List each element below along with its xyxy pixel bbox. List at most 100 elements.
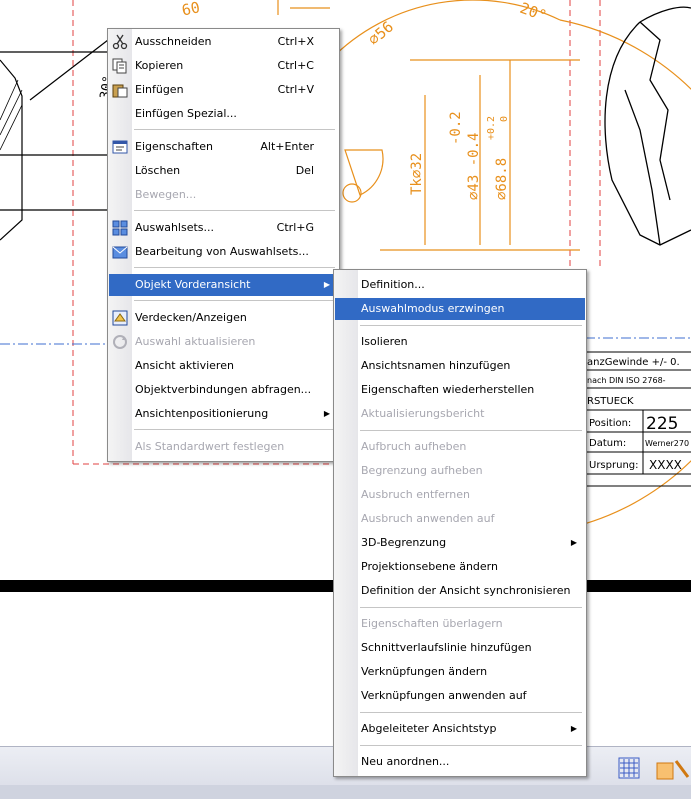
menu-separator bbox=[360, 712, 582, 713]
menu-separator bbox=[134, 267, 335, 268]
analysis-icon[interactable] bbox=[654, 757, 691, 783]
menu-item-label: Auswahlsets... bbox=[135, 221, 215, 234]
title-block-row1: anzGewinde +/- 0. bbox=[587, 357, 680, 368]
menu-item-kopieren[interactable]: Kopieren Ctrl+C bbox=[109, 55, 338, 77]
dim-60-text: 60 bbox=[180, 0, 201, 19]
menu-item-label: Objektverbindungen abfragen... bbox=[135, 383, 312, 396]
menu-item-label: Eigenschaften bbox=[135, 140, 213, 153]
menu-item-ansichtenpositionierung[interactable]: Ansichtenpositionierung ▶ bbox=[109, 403, 338, 425]
submenu-item-eigenschaften-wiederherstellen[interactable]: Eigenschaften wiederherstellen bbox=[335, 379, 585, 401]
menu-item-label: Bearbeitung von Auswahlsets... bbox=[135, 245, 309, 258]
left-section-view bbox=[0, 39, 109, 241]
hatch bbox=[0, 79, 23, 151]
dim-56-text: ⌀56 bbox=[365, 18, 397, 49]
refresh-icon bbox=[113, 335, 127, 349]
submenu-item-neu-anordnen[interactable]: Neu anordnen... bbox=[335, 751, 585, 773]
datum-label: Datum: bbox=[589, 438, 626, 449]
menu-item-standardwert: Als Standardwert festlegen bbox=[109, 436, 338, 458]
datum-value: Werner270 bbox=[645, 439, 689, 448]
dim-43-text: ⌀43 -0.4 bbox=[466, 133, 482, 200]
menu-item-label: Löschen bbox=[135, 164, 181, 177]
menu-item-einfuegen-spezial[interactable]: Einfügen Spezial... bbox=[109, 103, 338, 125]
menu-item-bewegen: Bewegen... bbox=[109, 184, 338, 206]
menu-item-label: Aktualisierungsbericht bbox=[361, 407, 485, 420]
menu-item-auswahlsets[interactable]: Auswahlsets... Ctrl+G bbox=[109, 217, 338, 239]
copy-icon bbox=[112, 58, 127, 74]
position-value: 225 bbox=[646, 414, 678, 434]
menu-item-label: Eigenschaften wiederherstellen bbox=[361, 383, 535, 396]
submenu-item-eigenschaften-ueberlagern: Eigenschaften überlagern bbox=[335, 613, 585, 635]
submenu-item-ausbruch-entfernen: Ausbruch entfernen bbox=[335, 484, 585, 506]
menu-item-shortcut: Ctrl+V bbox=[277, 83, 314, 96]
submenu-item-begrenzung-aufheben: Begrenzung aufheben bbox=[335, 460, 585, 482]
menu-item-label: Als Standardwert festlegen bbox=[135, 440, 285, 453]
dim-20deg-text: 20° bbox=[518, 0, 550, 25]
submenu-item-definition-synchronisieren[interactable]: Definition der Ansicht synchronisieren bbox=[335, 580, 585, 602]
submenu-item-projektionsebene[interactable]: Projektionsebene ändern bbox=[335, 556, 585, 578]
submenu-arrow-icon: ▶ bbox=[570, 538, 577, 547]
menu-item-loeschen[interactable]: Löschen Del bbox=[109, 160, 338, 182]
menu-item-einfuegen[interactable]: Einfügen Ctrl+V bbox=[109, 79, 338, 101]
menu-item-ansicht-aktivieren[interactable]: Ansicht aktivieren bbox=[109, 355, 338, 377]
menu-item-label: Aufbruch aufheben bbox=[361, 440, 467, 453]
menu-separator bbox=[360, 607, 582, 608]
grid-snap-icon[interactable] bbox=[618, 757, 640, 779]
menu-item-label: Abgeleiteter Ansichtstyp bbox=[361, 722, 497, 735]
menu-item-label: Objekt Vorderansicht bbox=[135, 278, 251, 291]
submenu-item-definition[interactable]: Definition... bbox=[335, 274, 585, 296]
submenu-item-aufbruch-aufheben: Aufbruch aufheben bbox=[335, 436, 585, 458]
menu-item-label: Ausschneiden bbox=[135, 35, 212, 48]
menu-item-label: Kopieren bbox=[135, 59, 184, 72]
dim-43b-text: -0.2 bbox=[448, 111, 464, 145]
status-strip bbox=[0, 785, 691, 799]
properties-icon bbox=[112, 140, 128, 154]
menu-item-label: Einfügen bbox=[135, 83, 184, 96]
menu-item-objekt-vorderansicht[interactable]: Objekt Vorderansicht ▶ bbox=[109, 274, 338, 296]
menu-item-label: Ansichtenpositionierung bbox=[135, 407, 269, 420]
menu-item-label: Ansichtsnamen hinzufügen bbox=[361, 359, 511, 372]
hide-show-icon bbox=[112, 310, 128, 326]
isometric-part-view bbox=[604, 6, 691, 246]
submenu-item-ansichtsnamen[interactable]: Ansichtsnamen hinzufügen bbox=[335, 355, 585, 377]
context-menu: Ausschneiden Ctrl+X Kopieren Ctrl+C Einf… bbox=[107, 28, 340, 462]
menu-item-objektverbindungen[interactable]: Objektverbindungen abfragen... bbox=[109, 379, 338, 401]
menu-item-shortcut: Ctrl+G bbox=[276, 221, 314, 234]
dim-tk32-text: Tk⌀32 bbox=[409, 153, 425, 195]
menu-item-ausschneiden[interactable]: Ausschneiden Ctrl+X bbox=[109, 31, 338, 53]
position-label: Position: bbox=[589, 418, 631, 429]
submenu-item-schnittverlaufslinie[interactable]: Schnittverlaufslinie hinzufügen bbox=[335, 637, 585, 659]
menu-item-label: Definition... bbox=[361, 278, 425, 291]
menu-item-label: Schnittverlaufslinie hinzufügen bbox=[361, 641, 532, 654]
menu-item-label: Verknüpfungen anwenden auf bbox=[361, 689, 527, 702]
menu-item-label: Isolieren bbox=[361, 335, 408, 348]
menu-item-eigenschaften[interactable]: Eigenschaften Alt+Enter bbox=[109, 136, 338, 158]
submenu-item-3d-begrenzung[interactable]: 3D-Begrenzung ▶ bbox=[335, 532, 585, 554]
submenu-item-abgeleiteter-ansichtstyp[interactable]: Abgeleiteter Ansichtstyp ▶ bbox=[335, 718, 585, 740]
menu-item-shortcut: Del bbox=[295, 164, 314, 177]
menu-item-label: Bewegen... bbox=[135, 188, 197, 201]
menu-item-bearbeitung-auswahlsets[interactable]: Bearbeitung von Auswahlsets... bbox=[109, 241, 338, 263]
submenu-arrow-icon: ▶ bbox=[323, 409, 330, 418]
menu-item-label: Verknüpfungen ändern bbox=[361, 665, 488, 678]
submenu-item-verknuepfungen-anwenden[interactable]: Verknüpfungen anwenden auf bbox=[335, 685, 585, 707]
menu-separator bbox=[134, 300, 335, 301]
submenu-item-verknuepfungen-aendern[interactable]: Verknüpfungen ändern bbox=[335, 661, 585, 683]
submenu-item-isolieren[interactable]: Isolieren bbox=[335, 331, 585, 353]
paste-icon bbox=[112, 84, 128, 98]
menu-item-label: Eigenschaften überlagern bbox=[361, 617, 503, 630]
ursprung-value: XXXX bbox=[649, 458, 682, 472]
menu-item-verdecken-anzeigen[interactable]: Verdecken/Anzeigen bbox=[109, 307, 338, 329]
dim-688-text: ⌀68.8 bbox=[494, 158, 510, 200]
title-block-row3: RSTUECK bbox=[587, 396, 634, 407]
menu-item-shortcut: Ctrl+C bbox=[277, 59, 314, 72]
submenu-item-auswahlmodus[interactable]: Auswahlmodus erzwingen bbox=[335, 298, 585, 320]
menu-separator bbox=[360, 325, 582, 326]
menu-item-label: 3D-Begrenzung bbox=[361, 536, 447, 549]
submenu-arrow-icon: ▶ bbox=[570, 724, 577, 733]
menu-item-label: Verdecken/Anzeigen bbox=[135, 311, 247, 324]
menu-separator bbox=[360, 430, 582, 431]
menu-separator bbox=[360, 745, 582, 746]
menu-item-shortcut: Ctrl+X bbox=[277, 35, 314, 48]
dim-688-tol-text: +0.2 bbox=[486, 116, 497, 140]
selection-sets-icon bbox=[112, 220, 128, 236]
